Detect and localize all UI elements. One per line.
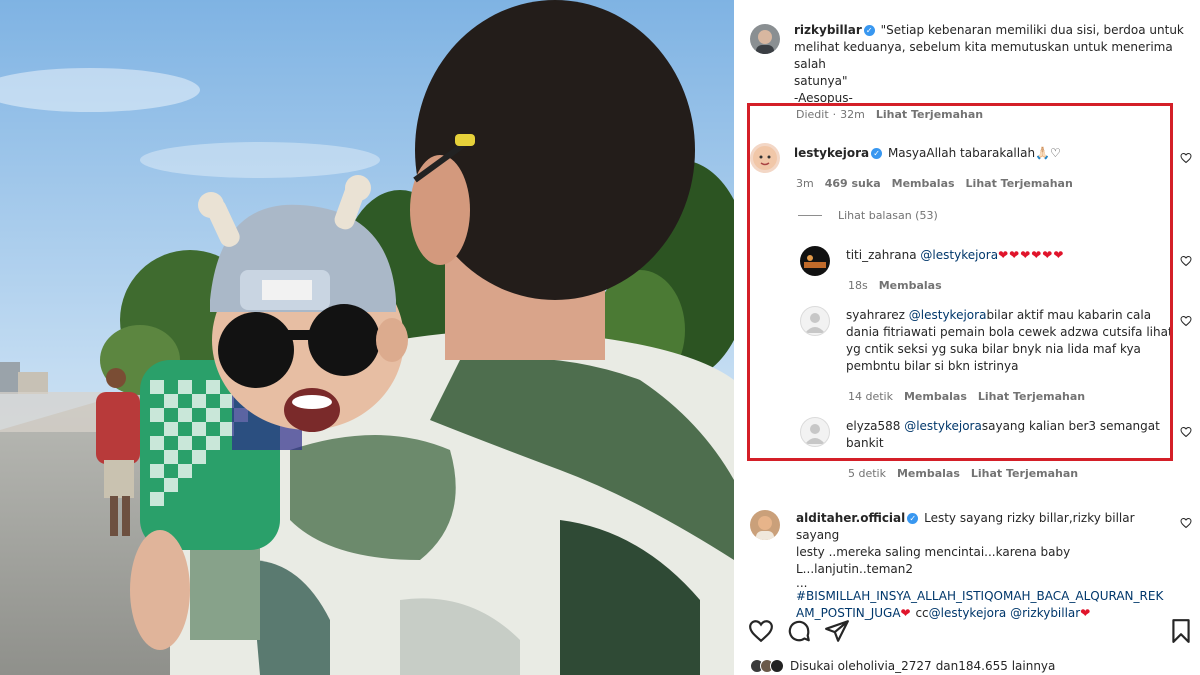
reply-button[interactable]: Membalas	[904, 390, 967, 403]
comment-username[interactable]: alditaher.official	[796, 511, 905, 525]
action-bar	[734, 612, 1200, 648]
comment-text: alditaher.official ✓ Lesty sayang rizky b…	[796, 510, 1180, 622]
heart-outline-icon[interactable]	[1180, 426, 1192, 438]
reply-button[interactable]: Membalas	[892, 177, 955, 190]
share-icon[interactable]	[824, 618, 850, 644]
reply-line-1: sayang kalian ber3 semangat	[981, 419, 1160, 433]
reply-button[interactable]: Membalas	[897, 467, 960, 480]
comment-line-3: ...	[796, 576, 808, 590]
likes-summary[interactable]: Disukai oleh olivia_2727 dan 184.655 lai…	[750, 656, 1055, 675]
heart-outline-icon[interactable]	[1180, 152, 1192, 164]
reply-mention[interactable]: @lestykejora	[904, 419, 982, 433]
commenter-avatar[interactable]	[750, 143, 780, 173]
heart-outline-icon[interactable]	[1180, 517, 1192, 529]
comment-meta: 3m 469 suka Membalas Lihat Terjemahan	[796, 177, 1084, 190]
reply-button[interactable]: Membalas	[879, 279, 942, 292]
verified-icon: ✓	[871, 148, 883, 159]
comment-emoji: 🙏🏻♡	[1035, 146, 1061, 160]
translate-link[interactable]: Lihat Terjemahan	[978, 390, 1085, 403]
reply-username[interactable]: elyza588	[846, 419, 900, 433]
likes-count[interactable]: 184.655 lainnya	[958, 659, 1055, 673]
comment-text: lestykejora ✓ MasyaAllah tabarakallah🙏🏻♡	[794, 145, 1174, 162]
reply-mention[interactable]: @lestykejora	[920, 248, 998, 262]
caption-meta: Diedit · 32m Lihat Terjemahan	[796, 108, 984, 121]
reply-hearts: ❤❤❤❤❤❤	[998, 248, 1065, 262]
view-replies-button[interactable]: Lihat balasan (53)	[798, 209, 938, 222]
reply-meta: 5 detik Membalas Lihat Terjemahan	[848, 467, 1089, 480]
liker-avatars	[750, 659, 784, 673]
commenter-avatar[interactable]	[800, 246, 830, 276]
hashtag-line-1[interactable]: #BISMILLAH_INSYA_ALLAH_ISTIQOMAH_BACA_AL…	[796, 588, 1180, 605]
comment-icon[interactable]	[786, 618, 812, 644]
caption-line-3: satunya"	[794, 74, 848, 88]
comment-username[interactable]: lestykejora	[794, 146, 869, 160]
verified-icon: ✓	[863, 25, 875, 36]
bookmark-icon[interactable]	[1168, 618, 1194, 644]
reply-line-2: bankit	[846, 436, 884, 450]
reply-text: titi_zahrana @lestykejora❤❤❤❤❤❤	[846, 247, 1176, 264]
heart-outline-icon[interactable]	[748, 618, 774, 644]
heart-outline-icon[interactable]	[1180, 255, 1192, 267]
comments-panel: rizkybillar ✓ "Setiap kebenaran memiliki …	[734, 0, 1200, 675]
author-username[interactable]: rizkybillar	[794, 23, 862, 37]
likes-user[interactable]: olivia_2727	[863, 659, 931, 673]
comment-time: 3m	[796, 177, 814, 190]
author-avatar[interactable]	[750, 24, 780, 54]
translate-link[interactable]: Lihat Terjemahan	[971, 467, 1078, 480]
translate-link[interactable]: Lihat Terjemahan	[966, 177, 1073, 190]
caption-line-1: "Setiap kebenaran memiliki dua sisi, ber…	[880, 23, 1184, 37]
comment-likes[interactable]: 469 suka	[825, 177, 881, 190]
caption-translate-link[interactable]: Lihat Terjemahan	[876, 108, 983, 121]
reply-meta: 14 detik Membalas Lihat Terjemahan	[848, 390, 1096, 403]
reply-line-2: dania fitriawati pemain bola cewek adzwa…	[846, 325, 1173, 339]
reply-username[interactable]: titi_zahrana	[846, 248, 917, 262]
caption-line-2: melihat keduanya, sebelum kita memutuska…	[794, 40, 1173, 71]
replies-divider	[798, 215, 822, 216]
reply-time: 18s	[848, 279, 868, 292]
heart-outline-icon[interactable]	[1180, 315, 1192, 327]
commenter-avatar[interactable]	[800, 417, 830, 447]
reply-mention[interactable]: @lestykejora	[909, 308, 987, 322]
comment-body: MasyaAllah tabarakallah	[887, 146, 1036, 160]
caption-line-4: -Aesopus-	[794, 91, 853, 105]
reply-line-3: yg cntik seksi yg suka bilar bnyk nia li…	[846, 342, 1141, 356]
comment-line-2: lesty ..mereka saling mencintai...karena…	[796, 545, 1071, 576]
post-caption: rizkybillar ✓ "Setiap kebenaran memiliki …	[794, 22, 1194, 107]
verified-icon: ✓	[907, 513, 919, 524]
post-photo[interactable]	[0, 0, 734, 675]
avatar	[770, 659, 784, 673]
reply-text: elyza588 @lestykejorasayang kalian ber3 …	[846, 418, 1176, 452]
reply-text: syahrarez @lestykejorabilar aktif mau ka…	[846, 307, 1176, 375]
likes-middle: dan	[935, 659, 959, 673]
reply-time: 14 detik	[848, 390, 893, 403]
commenter-avatar[interactable]	[750, 510, 780, 540]
reply-line-4: pembntu bilar si bkn istrinya	[846, 359, 1019, 373]
reply-username[interactable]: syahrarez	[846, 308, 905, 322]
reply-time: 5 detik	[848, 467, 886, 480]
view-replies-label: Lihat balasan (53)	[838, 209, 938, 222]
reply-line-1: bilar aktif mau kabarin cala	[986, 308, 1152, 322]
likes-prefix: Disukai oleh	[790, 659, 864, 673]
post-time: 32m	[840, 108, 865, 121]
reply-meta: 18s Membalas	[848, 279, 953, 292]
edited-label: Diedit	[796, 108, 829, 121]
commenter-avatar[interactable]	[800, 306, 830, 336]
